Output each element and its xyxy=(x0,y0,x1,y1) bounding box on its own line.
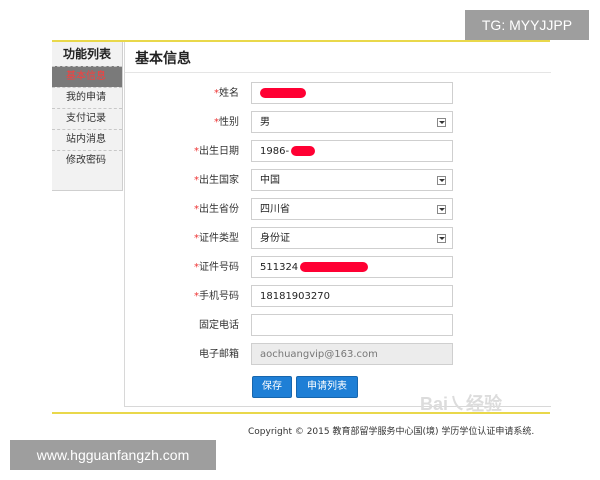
sidebar-item-payment-records[interactable]: 支付记录 xyxy=(52,108,122,129)
sidebar: 功能列表 基本信息 我的申请 支付记录 站内消息 修改密码 xyxy=(52,42,123,191)
gender-label: *性别 xyxy=(214,117,239,128)
redaction-mark xyxy=(260,88,306,98)
title-divider xyxy=(125,72,551,73)
redaction-mark xyxy=(300,262,369,272)
birth-province-select[interactable]: 四川省 xyxy=(251,198,453,220)
row-birth-country: *出生国家 中国 xyxy=(125,169,551,195)
name-input[interactable] xyxy=(251,82,453,104)
birth-country-select[interactable]: 中国 xyxy=(251,169,453,191)
row-birth-date: *出生日期 1986- xyxy=(125,140,551,166)
landline-input[interactable] xyxy=(251,314,453,336)
row-birth-province: *出生省份 四川省 xyxy=(125,198,551,224)
birth-date-input[interactable]: 1986- xyxy=(251,140,453,162)
mobile-label: *手机号码 xyxy=(194,291,239,302)
footer-divider xyxy=(52,412,550,414)
landline-label: 固定电话 xyxy=(199,320,239,331)
email-field: aochuangvip@163.com xyxy=(251,343,453,365)
row-gender: *性别 男 xyxy=(125,111,551,137)
chevron-down-icon xyxy=(437,205,446,214)
birth-province-label: *出生省份 xyxy=(194,204,239,215)
row-id-number: *证件号码 511324 xyxy=(125,256,551,282)
row-email: 电子邮箱 aochuangvip@163.com xyxy=(125,343,551,369)
watermark-top: TG: MYYJJPP xyxy=(465,10,589,40)
sidebar-heading: 功能列表 xyxy=(62,47,111,61)
redaction-mark xyxy=(291,146,316,156)
chevron-down-icon xyxy=(437,176,446,185)
id-type-label: *证件类型 xyxy=(194,233,239,244)
chevron-down-icon xyxy=(437,234,446,243)
sidebar-item-my-applications[interactable]: 我的申请 xyxy=(52,87,122,108)
email-label: 电子邮箱 xyxy=(199,349,239,360)
page-title: 基本信息 xyxy=(135,51,191,67)
birth-date-label: *出生日期 xyxy=(194,146,239,157)
id-number-input[interactable]: 511324 xyxy=(251,256,453,278)
row-landline: 固定电话 xyxy=(125,314,551,340)
sidebar-item-basic-info[interactable]: 基本信息 xyxy=(52,66,122,87)
save-button[interactable]: 保存 xyxy=(252,376,292,398)
id-type-select[interactable]: 身份证 xyxy=(251,227,453,249)
sidebar-item-change-password[interactable]: 修改密码 xyxy=(52,150,122,171)
name-label: *姓名 xyxy=(214,88,239,99)
mobile-input[interactable]: 18181903270 xyxy=(251,285,453,307)
row-mobile: *手机号码 18181903270 xyxy=(125,285,551,311)
row-id-type: *证件类型 身份证 xyxy=(125,227,551,253)
watermark-bottom: www.hgguanfangzh.com xyxy=(10,440,216,470)
chevron-down-icon xyxy=(437,118,446,127)
apply-list-button[interactable]: 申请列表 xyxy=(296,376,358,398)
sidebar-item-messages[interactable]: 站内消息 xyxy=(52,129,122,150)
row-name: *姓名 xyxy=(125,82,551,108)
gender-select[interactable]: 男 xyxy=(251,111,453,133)
id-number-label: *证件号码 xyxy=(194,262,239,273)
main-panel: 基本信息 *姓名 *性别 男 *出生日期 1986- *出生国家 中国 *出生省… xyxy=(124,42,551,407)
birth-country-label: *出生国家 xyxy=(194,175,239,186)
footer-copyright: Copyright © 2015 教育部留学服务中心国(境) 学历学位认证申请系… xyxy=(248,427,535,437)
